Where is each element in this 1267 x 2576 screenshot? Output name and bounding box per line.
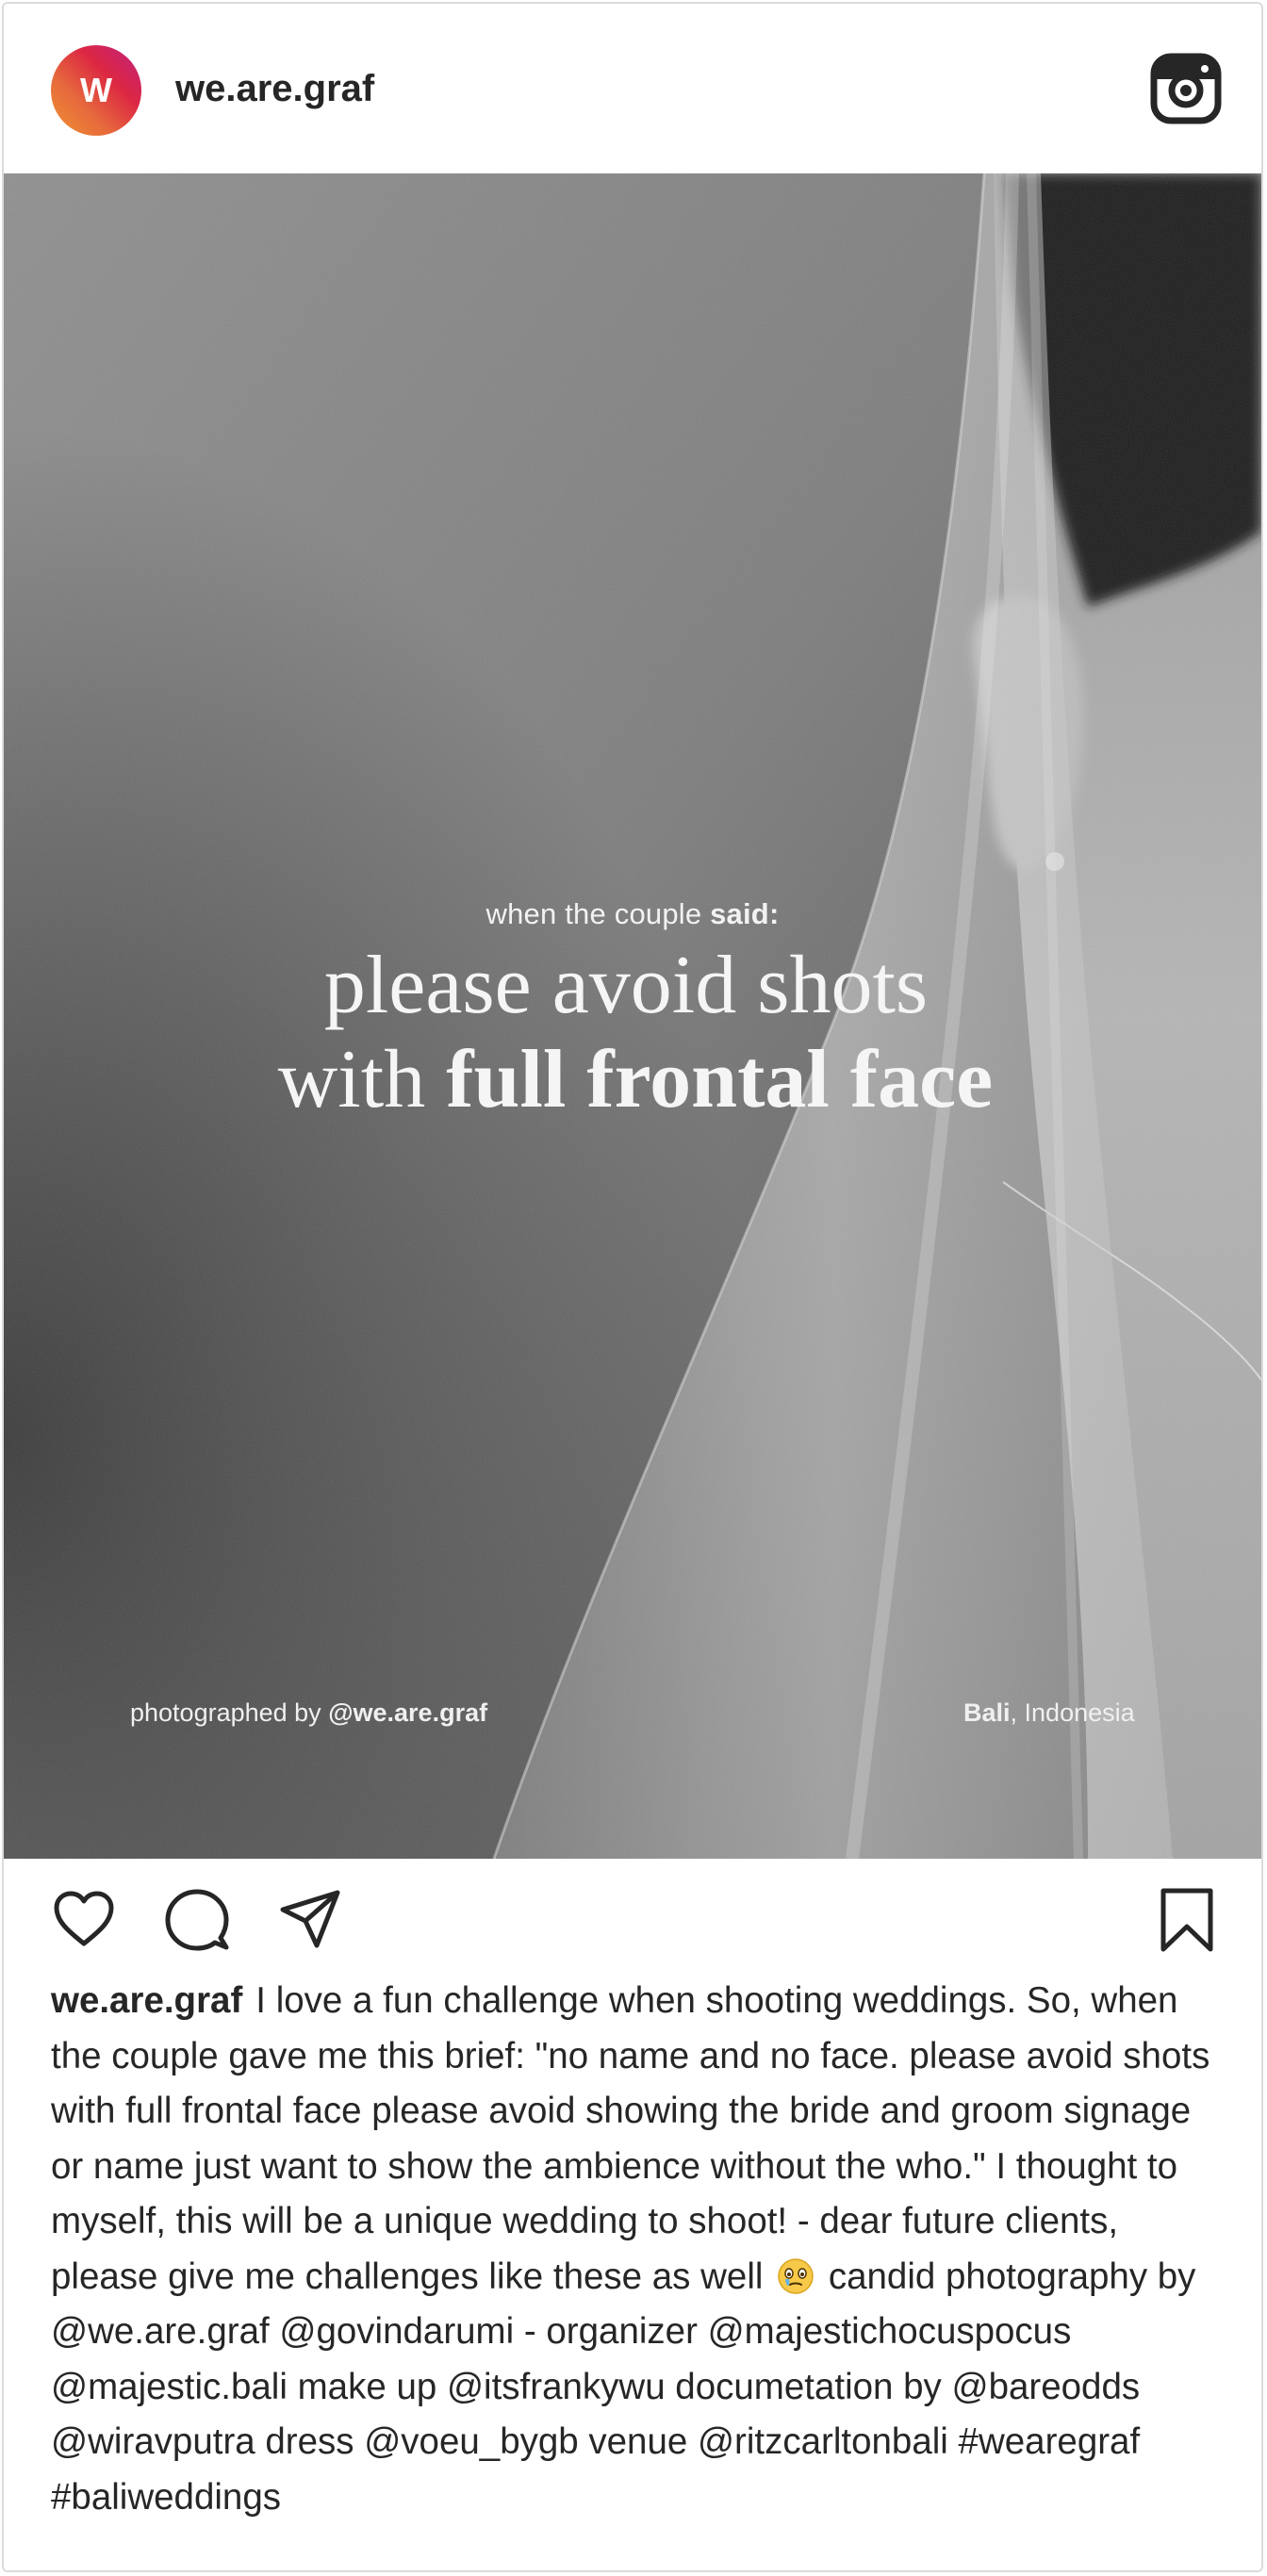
post-username[interactable]: we.are.graf [175,64,374,113]
teary-smile-emoji-icon [778,2257,814,2294]
avatar-initial: W [80,71,112,109]
post-action-bar [4,1859,1261,1981]
overlay-headline-line1: please avoid shots [323,940,929,1031]
instagram-logo-icon[interactable] [1150,53,1222,124]
paper-plane-icon[interactable] [277,1887,343,1953]
overlay-intro-plain: when the couple [485,897,711,930]
comment-bubble-icon[interactable] [164,1887,230,1953]
overlay-line2-plain: with [277,1034,447,1125]
photo-location: Bali, Indonesia [963,1698,1135,1728]
overlay-intro-text: when the couple said: [4,897,1261,931]
post-header: W we.are.graf [4,4,1261,173]
instagram-post-card: W we.are.graf when the couple said: plea… [2,2,1263,2572]
photo-credit-plain: photographed by [130,1698,329,1727]
post-photo[interactable]: when the couple said: please avoid shots… [4,173,1261,1859]
photo-location-bold: Bali [963,1698,1011,1727]
bookmark-icon[interactable] [1154,1887,1220,1953]
photo-credit-handle: @we.are.graf [328,1698,488,1727]
overlay-intro-bold: said: [710,897,780,930]
overlay-line2-bold: full frontal face [446,1034,994,1125]
avatar[interactable]: W [51,45,141,136]
overlay-headline-line2: with full frontal face [4,1033,1261,1127]
caption-text-main: I love a fun challenge when shooting wed… [51,1980,1210,2297]
post-caption: we.are.graf I love a fun challenge when s… [51,1974,1229,2525]
photo-credit: photographed by @we.are.graf [130,1698,487,1728]
heart-icon[interactable] [51,1887,117,1953]
photo-location-plain: , Indonesia [1010,1698,1135,1727]
caption-username[interactable]: we.are.graf [51,1980,242,2021]
